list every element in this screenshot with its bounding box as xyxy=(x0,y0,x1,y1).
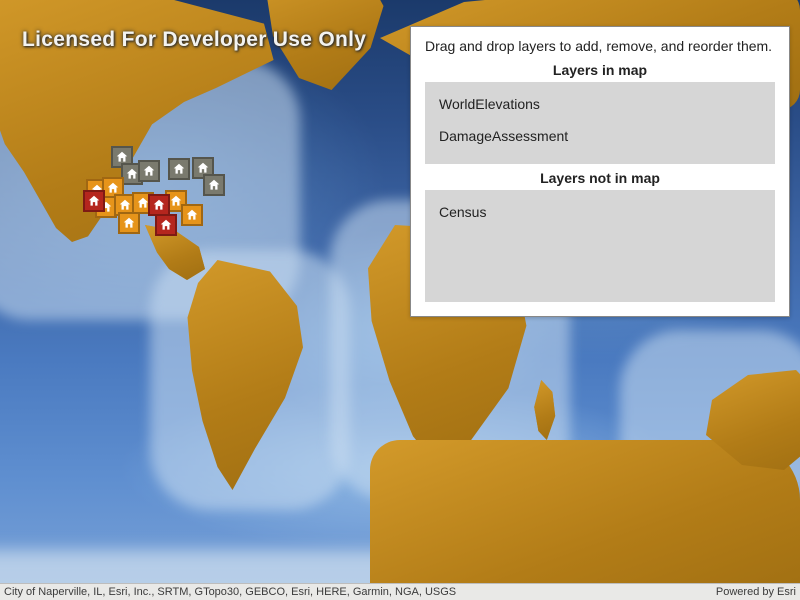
layer-item[interactable]: Census xyxy=(425,196,775,228)
layers-panel: Drag and drop layers to add, remove, and… xyxy=(410,26,790,317)
damage-marker-red[interactable] xyxy=(155,214,177,236)
attribution-bar: City of Naperville, IL, Esri, Inc., SRTM… xyxy=(0,583,800,600)
house-icon xyxy=(152,198,166,212)
damage-marker-gray[interactable] xyxy=(203,174,225,196)
damage-marker-red[interactable] xyxy=(83,190,105,212)
layers-not-in-map-title: Layers not in map xyxy=(425,170,775,186)
damage-marker-orange[interactable] xyxy=(118,212,140,234)
panel-instructions: Drag and drop layers to add, remove, and… xyxy=(425,37,775,56)
layers-in-map-title: Layers in map xyxy=(425,62,775,78)
house-icon xyxy=(125,167,139,181)
attribution-powered-by: Powered by Esri xyxy=(716,586,796,598)
layer-item[interactable]: WorldElevations xyxy=(425,88,775,120)
house-icon xyxy=(185,208,199,222)
damage-marker-gray[interactable] xyxy=(138,160,160,182)
house-icon xyxy=(122,216,136,230)
damage-marker-red[interactable] xyxy=(148,194,170,216)
landmass-africa-lower xyxy=(370,440,800,600)
attribution-sources: City of Naperville, IL, Esri, Inc., SRTM… xyxy=(4,586,456,598)
house-icon xyxy=(87,194,101,208)
house-icon xyxy=(106,181,120,195)
layers-not-in-map-list[interactable]: Census xyxy=(425,190,775,302)
house-icon xyxy=(207,178,221,192)
map-viewport[interactable]: Licensed For Developer Use Only Drag and… xyxy=(0,0,800,600)
house-icon xyxy=(159,218,173,232)
damage-marker-gray[interactable] xyxy=(168,158,190,180)
house-icon xyxy=(142,164,156,178)
layer-item[interactable]: DamageAssessment xyxy=(425,120,775,152)
layers-in-map-list[interactable]: WorldElevationsDamageAssessment xyxy=(425,82,775,164)
house-icon xyxy=(115,150,129,164)
house-icon xyxy=(196,161,210,175)
house-icon xyxy=(118,198,132,212)
house-icon xyxy=(172,162,186,176)
damage-marker-orange[interactable] xyxy=(181,204,203,226)
